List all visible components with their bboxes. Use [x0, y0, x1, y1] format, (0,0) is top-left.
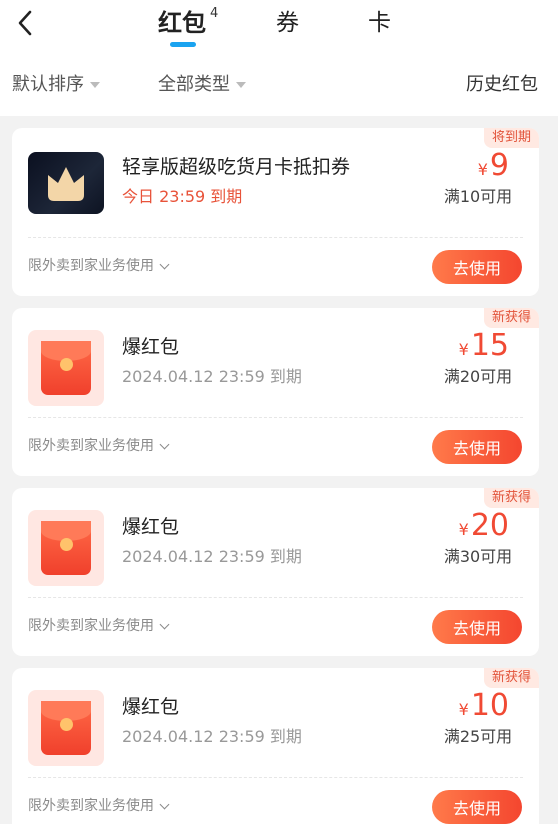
- history-red-packets-link[interactable]: 历史红包: [466, 72, 538, 98]
- use-voucher-button[interactable]: 去使用: [432, 250, 522, 284]
- voucher-scope-label: 限外卖到家业务使用: [28, 258, 154, 274]
- voucher-tag: 新获得: [483, 488, 539, 508]
- currency-symbol: ¥: [477, 160, 488, 179]
- voucher-thumbnail: [28, 152, 104, 214]
- caret-down-icon: [90, 82, 100, 88]
- voucher-thumbnail: [28, 690, 104, 766]
- voucher-card: 新获得 爆红包 2024.04.12 23:59 到期 ¥ 15 满20可用 限…: [12, 308, 539, 476]
- crown-icon: [48, 167, 84, 201]
- voucher-card: 将到期 轻享版超级吃货月卡抵扣券 今日 23:59 到期 ¥ 9 满10可用 限…: [12, 128, 539, 296]
- voucher-title: 爆红包: [122, 336, 180, 358]
- use-voucher-button[interactable]: 去使用: [432, 790, 522, 824]
- voucher-amount: ¥ 10: [459, 686, 509, 726]
- back-button[interactable]: [10, 8, 40, 38]
- top-bar: 红包 4 券 卡 默认排序 全部类型 历史红包: [0, 0, 558, 116]
- sort-filter-label: 默认排序: [12, 74, 84, 95]
- red-packet-icon: [41, 701, 91, 755]
- chevron-down-icon: [159, 619, 170, 629]
- sort-filter[interactable]: 默认排序: [12, 72, 100, 98]
- voucher-title: 爆红包: [122, 696, 180, 718]
- voucher-amount-value: 9: [489, 148, 509, 183]
- voucher-scope[interactable]: 限外卖到家业务使用: [28, 616, 170, 636]
- voucher-thumbnail: [28, 330, 104, 406]
- voucher-tag: 将到期: [483, 128, 539, 148]
- voucher-condition: 满10可用: [443, 187, 513, 206]
- voucher-expire: 今日 23:59 到期: [122, 187, 243, 206]
- tab-red-packet-count: 4: [210, 6, 219, 21]
- voucher-amount: ¥ 20: [459, 506, 509, 546]
- tab-card[interactable]: 卡: [368, 6, 391, 40]
- voucher-scope-label: 限外卖到家业务使用: [28, 438, 154, 454]
- tab-coupon-label: 券: [276, 10, 299, 36]
- chevron-down-icon: [159, 799, 170, 809]
- dashed-divider: [28, 777, 523, 778]
- voucher-condition: 满20可用: [443, 367, 513, 386]
- type-filter-label: 全部类型: [158, 74, 230, 95]
- voucher-card: 新获得 爆红包 2024.04.12 23:59 到期 ¥ 10 满25可用 限…: [12, 668, 539, 824]
- voucher-amount-value: 15: [470, 328, 509, 363]
- voucher-tag: 新获得: [483, 668, 539, 688]
- chevron-down-icon: [159, 259, 170, 269]
- voucher-card: 新获得 爆红包 2024.04.12 23:59 到期 ¥ 20 满30可用 限…: [12, 488, 539, 656]
- use-voucher-button[interactable]: 去使用: [432, 610, 522, 644]
- red-packet-icon: [41, 521, 91, 575]
- voucher-condition: 满25可用: [443, 727, 513, 746]
- voucher-amount: ¥ 9: [478, 146, 509, 186]
- type-filter[interactable]: 全部类型: [158, 72, 246, 98]
- active-tab-indicator: [170, 42, 196, 47]
- voucher-amount-value: 20: [470, 508, 509, 543]
- dashed-divider: [28, 417, 523, 418]
- voucher-scope[interactable]: 限外卖到家业务使用: [28, 256, 170, 276]
- voucher-expire: 2024.04.12 23:59 到期: [122, 727, 302, 746]
- voucher-tag: 新获得: [483, 308, 539, 328]
- voucher-amount-value: 10: [470, 688, 509, 723]
- voucher-scope-label: 限外卖到家业务使用: [28, 618, 154, 634]
- tab-red-packet-label: 红包: [158, 9, 206, 37]
- red-packet-icon: [41, 341, 91, 395]
- voucher-amount: ¥ 15: [459, 326, 509, 366]
- voucher-scope[interactable]: 限外卖到家业务使用: [28, 436, 170, 456]
- back-arrow-icon: [18, 10, 32, 36]
- voucher-thumbnail: [28, 510, 104, 586]
- voucher-expire: 2024.04.12 23:59 到期: [122, 547, 302, 566]
- currency-symbol: ¥: [458, 700, 469, 719]
- dashed-divider: [28, 597, 523, 598]
- tab-coupon[interactable]: 券: [276, 6, 299, 40]
- chevron-down-icon: [159, 439, 170, 449]
- tab-card-label: 卡: [368, 10, 391, 36]
- currency-symbol: ¥: [458, 520, 469, 539]
- caret-down-icon: [236, 82, 246, 88]
- tab-red-packet[interactable]: 红包 4: [158, 6, 218, 40]
- voucher-title: 轻享版超级吃货月卡抵扣券: [122, 156, 351, 178]
- voucher-title: 爆红包: [122, 516, 180, 538]
- voucher-scope-label: 限外卖到家业务使用: [28, 798, 154, 814]
- currency-symbol: ¥: [458, 340, 469, 359]
- dashed-divider: [28, 237, 523, 238]
- voucher-condition: 满30可用: [443, 547, 513, 566]
- voucher-expire: 2024.04.12 23:59 到期: [122, 367, 302, 386]
- use-voucher-button[interactable]: 去使用: [432, 430, 522, 464]
- voucher-scope[interactable]: 限外卖到家业务使用: [28, 796, 170, 816]
